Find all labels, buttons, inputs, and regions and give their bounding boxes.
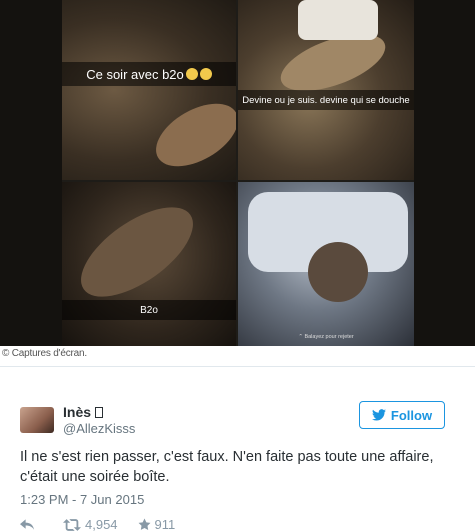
retweet-icon	[63, 518, 81, 531]
photo-panel-2: Devine ou je suis. devine qui se douche	[238, 0, 414, 180]
star-icon	[138, 518, 151, 530]
swipe-hint: ⌃ Balayez pour rejeter	[298, 334, 354, 340]
photo-panel-1: Ce soir avec b2o	[62, 0, 236, 180]
photo-caption-1: Ce soir avec b2o	[62, 62, 236, 86]
photo-caption-2: Devine ou je suis. devine qui se douche	[238, 90, 414, 110]
photo-caption-3: B2o	[62, 300, 236, 320]
author-handle[interactable]: @AllezKisss	[63, 421, 135, 436]
avatar[interactable]	[20, 407, 54, 433]
reply-icon	[20, 518, 35, 530]
retweet-count: 4,954	[85, 517, 118, 532]
bird-icon	[371, 409, 386, 421]
left-edge	[0, 0, 62, 346]
author-name[interactable]: Inès	[63, 404, 104, 420]
missing-glyph-icon	[95, 407, 104, 418]
tweet-actions: 4,954 911	[20, 517, 175, 532]
right-edge	[414, 0, 475, 346]
like-count: 911	[154, 517, 176, 532]
follow-button[interactable]: Follow	[359, 401, 445, 429]
tweet-timestamp[interactable]: 1:23 PM - 7 Jun 2015	[20, 492, 144, 507]
photo-panel-3: B2o	[62, 182, 236, 346]
embedded-tweet: Inès @AllezKisss Follow Il ne s'est rien…	[0, 366, 475, 532]
reply-button[interactable]	[20, 518, 35, 531]
tweet-text: Il ne s'est rien passer, c'est faux. N'e…	[20, 449, 434, 485]
photo-credit: © Captures d'écran.	[2, 348, 87, 359]
emoji-icon	[185, 68, 198, 80]
photo-panel-4: ⌃ Balayez pour rejeter	[238, 182, 414, 346]
retweet-button[interactable]: 4,954	[63, 517, 118, 532]
emoji-icon	[199, 68, 212, 80]
like-button[interactable]: 911	[138, 517, 176, 532]
snapchat-screenshots: Ce soir avec b2o Devine ou je suis. devi…	[0, 0, 475, 346]
